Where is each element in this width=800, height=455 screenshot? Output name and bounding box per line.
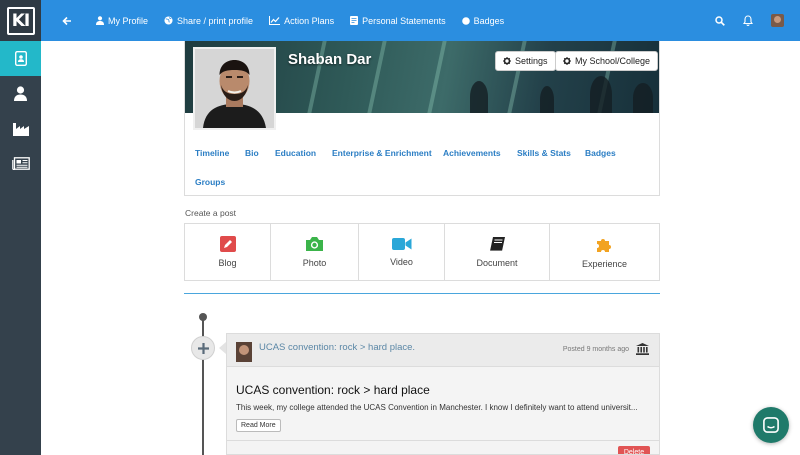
create-item-label: Blog	[218, 258, 237, 268]
puzzle-icon	[597, 238, 611, 252]
top-nav: My Profile Share / print profile Action …	[62, 0, 520, 41]
gear-icon	[563, 57, 571, 65]
settings-label: Settings	[515, 56, 548, 66]
chat-button[interactable]	[753, 407, 789, 443]
create-video-button[interactable]: Video	[359, 224, 445, 280]
post-pointer	[219, 342, 226, 354]
create-item-label: Photo	[302, 258, 327, 268]
post-timestamp: Posted 9 months ago	[562, 346, 629, 353]
profile-name: Shaban Dar	[288, 51, 372, 68]
create-blog-button[interactable]: Blog	[185, 224, 271, 280]
document-icon	[350, 16, 359, 25]
nav-share-print-profile[interactable]: Share / print profile	[164, 16, 253, 26]
nav-action-plans[interactable]: Action Plans	[269, 16, 334, 26]
post-author-avatar[interactable]	[236, 342, 252, 362]
post-header: UCAS convention: rock > hard place. Post…	[227, 334, 659, 367]
timeline-post: UCAS convention: rock > hard place. Post…	[226, 333, 660, 455]
tab-badges[interactable]: Badges	[585, 148, 616, 158]
nav-my-profile[interactable]: My Profile	[96, 16, 148, 26]
create-post-options: Blog Photo Video Document Experience	[184, 223, 660, 281]
pencil-icon	[219, 236, 236, 252]
search-icon[interactable]	[715, 15, 725, 26]
tab-groups[interactable]: Groups	[195, 177, 225, 187]
sidebar-item-profile-card[interactable]	[0, 41, 41, 76]
user-avatar[interactable]	[771, 14, 784, 27]
user-icon	[96, 16, 104, 25]
post-footer: Delete	[227, 440, 659, 454]
post-title: UCAS convention: rock > hard place	[236, 383, 430, 397]
top-right-actions	[697, 0, 784, 41]
create-photo-button[interactable]: Photo	[271, 224, 359, 280]
industry-icon	[12, 122, 29, 136]
nav-label: Action Plans	[284, 15, 335, 26]
nav-label: Badges	[473, 15, 505, 26]
globe-icon	[164, 16, 173, 25]
camera-icon	[306, 237, 323, 251]
logo-mark: KI	[6, 6, 35, 35]
tab-timeline[interactable]: Timeline	[195, 148, 229, 158]
app-logo[interactable]: KI	[0, 0, 41, 41]
post-header-title[interactable]: UCAS convention: rock > hard place.	[259, 342, 415, 353]
create-item-label: Document	[476, 258, 518, 268]
back-arrow-icon[interactable]	[62, 16, 76, 26]
video-camera-icon	[391, 238, 411, 250]
nav-label: Personal Statements	[362, 15, 446, 26]
nav-personal-statements[interactable]: Personal Statements	[350, 16, 446, 26]
tab-education[interactable]: Education	[275, 148, 316, 158]
sidebar-item-user[interactable]	[0, 76, 41, 111]
tab-bio[interactable]: Bio	[245, 148, 259, 158]
school-college-button[interactable]: My School/College	[555, 51, 659, 71]
id-badge-icon	[14, 51, 27, 66]
line-chart-icon	[269, 16, 281, 25]
profile-card: Shaban Dar Settings My School/College Ti…	[184, 41, 660, 196]
bell-icon[interactable]	[743, 15, 753, 26]
sidebar-item-news[interactable]	[0, 146, 41, 181]
user-icon	[14, 86, 27, 101]
avatar	[771, 14, 784, 27]
nav-label: My Profile	[108, 15, 149, 26]
create-document-button[interactable]: Document	[445, 224, 550, 280]
plus-icon	[197, 342, 209, 354]
settings-button[interactable]: Settings	[495, 51, 556, 71]
post-excerpt: This week, my college attended the UCAS …	[236, 403, 638, 412]
tab-achievements[interactable]: Achievements	[443, 148, 501, 158]
newspaper-icon	[11, 157, 30, 170]
create-item-label: Video	[390, 257, 413, 267]
tab-enterprise-enrichment[interactable]: Enterprise & Enrichment	[332, 148, 432, 158]
chat-icon	[763, 417, 779, 433]
section-divider	[184, 293, 660, 294]
create-experience-button[interactable]: Experience	[550, 224, 659, 280]
timeline-start-dot	[199, 313, 207, 321]
gear-icon	[503, 57, 511, 65]
institution-icon[interactable]	[636, 342, 649, 360]
create-item-label: Experience	[581, 258, 628, 269]
tab-skills-stats[interactable]: Skills & Stats	[517, 148, 571, 158]
book-icon	[489, 237, 505, 252]
create-post-label: Create a post	[185, 208, 237, 218]
delete-button[interactable]: Delete	[618, 446, 650, 454]
nav-label: Share / print profile	[177, 15, 254, 26]
timeline-add-button[interactable]	[191, 336, 215, 360]
nav-badges[interactable]: Badges	[461, 15, 505, 26]
sidebar	[0, 41, 41, 455]
read-more-button[interactable]: Read More	[236, 419, 281, 432]
circle-icon	[461, 16, 470, 25]
school-college-label: My School/College	[575, 56, 651, 66]
top-navbar: KI My Profile Share / print profile Acti…	[0, 0, 800, 41]
profile-avatar[interactable]	[193, 47, 276, 130]
sidebar-item-industry[interactable]	[0, 111, 41, 146]
